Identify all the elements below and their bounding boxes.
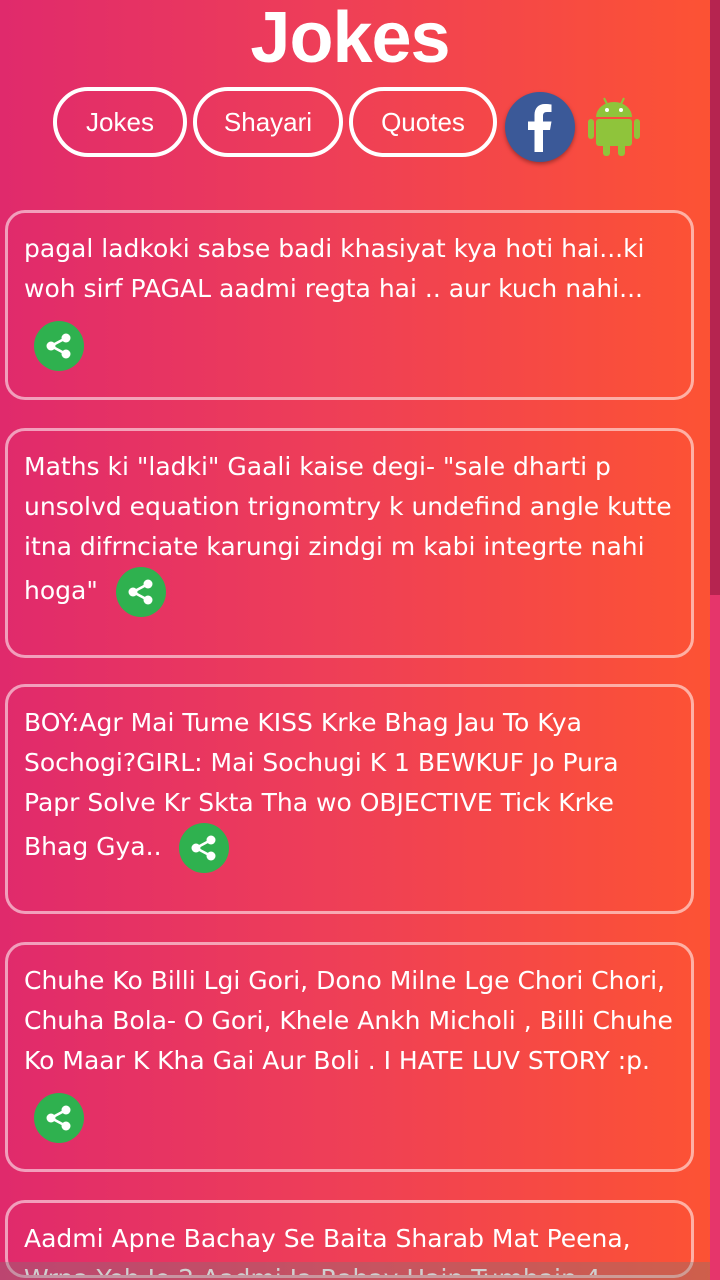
share-icon[interactable] bbox=[179, 823, 230, 873]
page-title: Jokes bbox=[250, 0, 450, 78]
bottom-overlay-bar bbox=[0, 1262, 710, 1280]
facebook-icon[interactable] bbox=[505, 92, 575, 162]
share-icon[interactable] bbox=[34, 321, 84, 371]
shayari-tab-button[interactable]: Shayari bbox=[193, 87, 343, 157]
joke-text: BOY:Agr Mai Tume KISS Krke Bhag Jau To K… bbox=[24, 708, 619, 861]
share-icon[interactable] bbox=[34, 1093, 84, 1143]
quotes-tab-button[interactable]: Quotes bbox=[349, 87, 497, 157]
joke-text: pagal ladkoki sabse badi khasiyat kya ho… bbox=[24, 234, 645, 303]
joke-card: BOY:Agr Mai Tume KISS Krke Bhag Jau To K… bbox=[5, 684, 694, 914]
joke-text: Chuhe Ko Billi Lgi Gori, Dono Milne Lge … bbox=[24, 966, 673, 1075]
joke-card: Chuhe Ko Billi Lgi Gori, Dono Milne Lge … bbox=[5, 942, 694, 1172]
share-icon[interactable] bbox=[115, 567, 166, 617]
joke-card: Maths ki "ladki" Gaali kaise degi- "sale… bbox=[5, 428, 694, 658]
android-icon[interactable] bbox=[586, 95, 642, 157]
joke-card: pagal ladkoki sabse badi khasiyat kya ho… bbox=[5, 210, 694, 400]
header: Jokes Jokes Shayari Quotes bbox=[0, 0, 720, 200]
jokes-tab-button[interactable]: Jokes bbox=[53, 87, 187, 157]
